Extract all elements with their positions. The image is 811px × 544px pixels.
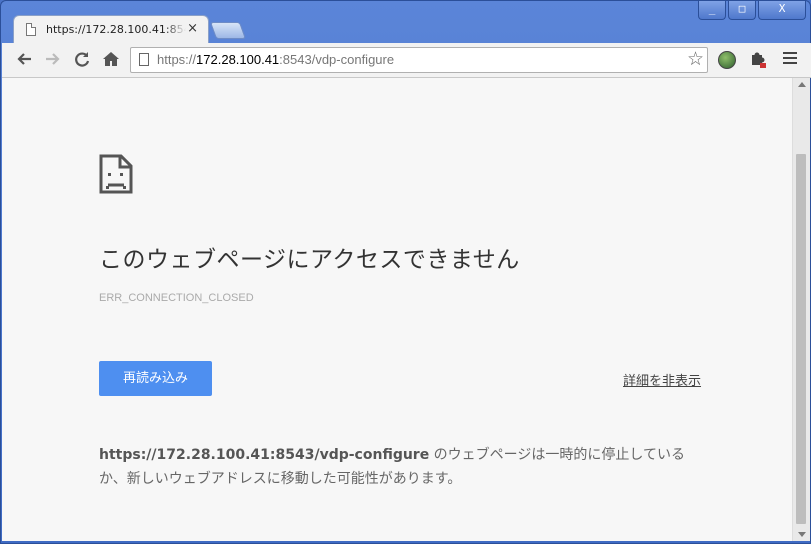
description-text-1: のウェブページは一時的に停止している: [429, 447, 685, 463]
url-path: :8543/vdp-configure: [279, 52, 395, 67]
error-code: ERR_CONNECTION_CLOSED: [99, 292, 254, 304]
home-icon: [103, 52, 119, 66]
scroll-down-icon[interactable]: [798, 532, 806, 537]
arrow-left-icon: [17, 53, 31, 65]
hide-details-link[interactable]: 詳細を非表示: [623, 370, 701, 389]
vertical-scrollbar[interactable]: [792, 78, 810, 541]
page-content: このウェブページにアクセスできません ERR_CONNECTION_CLOSED…: [2, 78, 792, 541]
window-controls: _ □ X: [698, 1, 806, 21]
url-text[interactable]: https://172.28.100.41:8543/vdp-configure: [157, 52, 394, 67]
arrow-right-icon: [46, 53, 60, 65]
url-scheme: https://: [157, 52, 197, 67]
forward-button[interactable]: [42, 50, 64, 70]
active-tab[interactable]: https://172.28.100.41:8543 ×: [13, 15, 209, 43]
new-tab-button[interactable]: [209, 22, 247, 39]
maximize-button[interactable]: □: [728, 1, 756, 20]
reload-icon: [75, 52, 90, 67]
menu-bar-icon: [783, 57, 797, 59]
address-bar[interactable]: https://172.28.100.41:8543/vdp-configure…: [130, 47, 708, 73]
tab-title: https://172.28.100.41:8543: [46, 23, 186, 36]
description-url: https://172.28.100.41:8543/vdp-configure: [99, 447, 430, 463]
error-headline: このウェブページにアクセスできません: [99, 247, 520, 273]
bookmark-star-icon[interactable]: ☆: [687, 48, 704, 70]
puzzle-icon: [752, 52, 766, 68]
minimize-button[interactable]: _: [698, 1, 726, 20]
page-favicon-icon: [26, 23, 36, 36]
reload-toolbar-button[interactable]: [71, 50, 93, 70]
extension-globe-icon[interactable]: [718, 51, 736, 69]
scroll-up-icon[interactable]: [798, 82, 806, 87]
tab-close-icon[interactable]: ×: [187, 21, 198, 36]
page-icon: [139, 53, 149, 66]
menu-bar-icon: [783, 52, 797, 54]
error-description: https://172.28.100.41:8543/vdp-configure…: [99, 443, 689, 491]
url-host: 172.28.100.41: [196, 52, 280, 67]
close-window-button[interactable]: X: [758, 1, 806, 20]
chrome-menu-button[interactable]: [783, 52, 797, 67]
menu-bar-icon: [783, 62, 797, 64]
description-text-2: か、新しいウェブアドレスに移動した可能性があります。: [99, 471, 462, 487]
tab-strip: https://172.28.100.41:8543 × _ □ X: [1, 1, 811, 43]
browser-window: https://172.28.100.41:8543 × _ □ X https…: [0, 0, 811, 544]
scroll-thumb[interactable]: [796, 154, 806, 524]
reload-button[interactable]: 再読み込み: [99, 361, 212, 396]
home-button[interactable]: [100, 50, 122, 70]
browser-toolbar: https://172.28.100.41:8543/vdp-configure…: [2, 43, 811, 78]
sad-page-icon: [99, 154, 133, 194]
extension-puzzle-icon[interactable]: [749, 51, 767, 69]
back-button[interactable]: [13, 50, 35, 70]
